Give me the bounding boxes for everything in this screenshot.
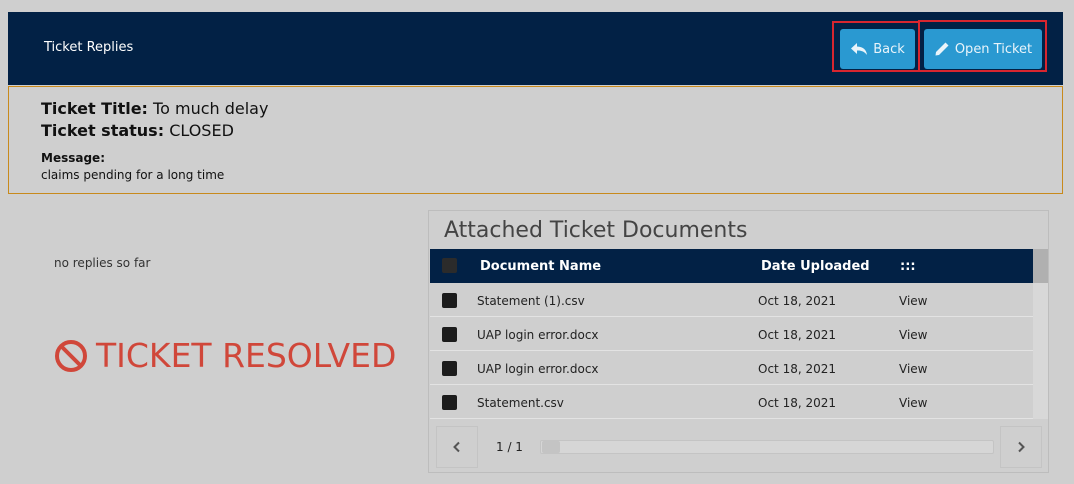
ticket-title-value: To much delay [153, 99, 269, 118]
pencil-icon [935, 42, 949, 56]
open-ticket-button[interactable]: Open Ticket [924, 29, 1042, 69]
date-uploaded: Oct 18, 2021 [758, 396, 836, 410]
row-checkbox[interactable] [442, 327, 457, 342]
page-indicator: 1 / 1 [496, 440, 523, 454]
message-label: Message: [41, 151, 105, 165]
view-link[interactable]: View [899, 294, 927, 308]
open-ticket-button-label: Open Ticket [954, 41, 1033, 57]
attached-documents-panel: Attached Ticket Documents Document Name … [428, 210, 1049, 473]
view-link[interactable]: View [899, 396, 927, 410]
ticket-resolved-text: TICKET RESOLVED [96, 336, 397, 375]
document-name: UAP login error.docx [477, 328, 599, 342]
date-uploaded: Oct 18, 2021 [758, 328, 836, 342]
ticket-status-label: Ticket status: [41, 121, 165, 140]
back-button[interactable]: Back [840, 29, 915, 69]
ticket-info-panel: Ticket Title: To much delay Ticket statu… [8, 86, 1063, 194]
ticket-status-value: CLOSED [169, 121, 234, 140]
reply-icon [851, 43, 868, 55]
row-checkbox[interactable] [442, 361, 457, 376]
view-link[interactable]: View [899, 328, 927, 342]
table-row: UAP login error.docx Oct 18, 2021 View [430, 351, 1033, 385]
previous-page-button[interactable] [436, 426, 478, 468]
chevron-left-icon [453, 441, 460, 453]
documents-table-header: Document Name Date Uploaded ::: [430, 249, 1033, 283]
message-text: claims pending for a long time [41, 168, 225, 182]
table-row: Statement (1).csv Oct 18, 2021 View [430, 283, 1033, 317]
table-pager: 1 / 1 [430, 419, 1048, 473]
document-name: Statement (1).csv [477, 294, 585, 308]
table-vertical-scrollbar[interactable] [1033, 249, 1048, 419]
ban-icon [55, 339, 87, 372]
select-all-checkbox[interactable] [442, 258, 457, 273]
view-link[interactable]: View [899, 362, 927, 376]
document-name: Statement.csv [477, 396, 564, 410]
next-page-button[interactable] [1000, 426, 1042, 468]
document-name: UAP login error.docx [477, 362, 599, 376]
column-menu-icon[interactable]: ::: [900, 259, 916, 274]
chevron-right-icon [1018, 441, 1025, 453]
scrollbar-thumb[interactable] [1033, 249, 1048, 283]
page-scroll-track[interactable] [540, 440, 994, 454]
row-checkbox[interactable] [442, 395, 457, 410]
ticket-status-line: Ticket status: CLOSED [41, 121, 234, 140]
table-row: UAP login error.docx Oct 18, 2021 View [430, 317, 1033, 351]
attached-documents-title: Attached Ticket Documents [444, 218, 748, 243]
ticket-title-label: Ticket Title: [41, 99, 148, 118]
row-checkbox[interactable] [442, 293, 457, 308]
date-uploaded: Oct 18, 2021 [758, 294, 836, 308]
ticket-title-line: Ticket Title: To much delay [41, 99, 268, 118]
date-uploaded: Oct 18, 2021 [758, 362, 836, 376]
page-title: Ticket Replies [44, 40, 134, 55]
page-scroll-thumb[interactable] [542, 441, 560, 453]
no-replies-text: no replies so far [54, 256, 151, 270]
column-header-document-name[interactable]: Document Name [480, 259, 601, 274]
ticket-resolved-banner: TICKET RESOLVED [54, 336, 396, 375]
back-button-label: Back [873, 41, 905, 57]
table-row: Statement.csv Oct 18, 2021 View [430, 385, 1033, 419]
column-header-date-uploaded[interactable]: Date Uploaded [761, 259, 870, 274]
